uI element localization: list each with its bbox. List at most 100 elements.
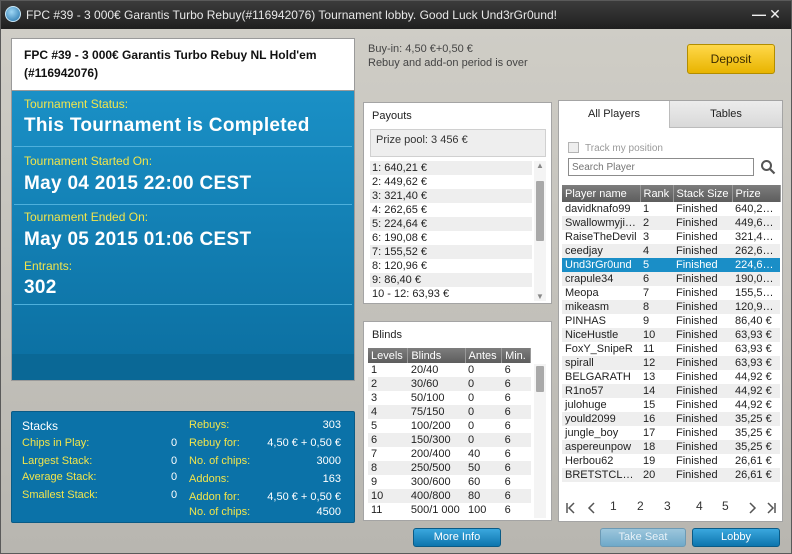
first-page-icon[interactable] [565,501,579,515]
player-row[interactable]: aspereunpow 18 Finished 35,25 € [562,440,780,454]
prize-cell: 190,08 € [732,272,780,286]
blinds-row: 9 300/600 60 6 [368,475,531,489]
page-4[interactable]: 4 [696,499,703,513]
close-icon[interactable]: ✕ [767,6,783,22]
tournament-info-panel: Tournament Status: This Tournament is Co… [11,91,355,381]
player-row[interactable]: RaiseTheDevil 3 Finished 321,40 € [562,230,780,244]
player-row[interactable]: Meopa 7 Finished 155,52 € [562,286,780,300]
tab-tables[interactable]: Tables [670,101,782,128]
blinds-panel: Blinds Levels Blinds Antes Min. 1 20/40 0 6… [363,321,552,521]
player-row[interactable]: ceedjay 4 Finished 262,65 € [562,244,780,258]
started-value: May 04 2015 22:00 CEST [24,173,252,194]
player-row[interactable]: yould2099 16 Finished 35,25 € [562,412,780,426]
player-row[interactable]: Und3rGr0und 5 Finished 224,64 € [562,258,780,272]
stack-cell: Finished [676,315,718,327]
prize-cell: 26,61 € [732,468,780,482]
tab-all-players[interactable]: All Players [559,101,670,128]
player-row[interactable]: julohuge 15 Finished 44,92 € [562,398,780,412]
player-row[interactable]: NiceHustle 10 Finished 63,93 € [562,328,780,342]
antes-cell: 40 [468,448,481,460]
average-stack-value: 0 [171,471,178,483]
antes-cell: 0 [465,405,502,419]
title-bar: FPC #39 - 3 000€ Garantis Turbo Rebuy(#1… [1,1,791,29]
level-cell: 6 [368,433,408,447]
payouts-title: Payouts [372,110,412,122]
page-2[interactable]: 2 [637,499,644,513]
payout-row: 9: 86,40 € [370,273,532,287]
rank-cell: 7 [643,287,650,299]
player-row[interactable]: davidknafo99 1 Finished 640,21 € [562,202,780,216]
player-row[interactable]: FoxY_SnipeR 11 Finished 63,93 € [562,342,780,356]
blinds-scrollbar[interactable] [534,364,546,518]
level-cell: 2 [368,377,408,391]
blinds-row: 11 500/1 000 100 6 [368,503,531,517]
player-row[interactable]: Swallowmyjiz... 2 Finished 449,62 € [562,216,780,230]
antes-cell: 80 [465,489,502,503]
deposit-button[interactable]: Deposit [687,44,775,74]
lobby-button[interactable]: Lobby [692,528,780,547]
next-page-icon[interactable] [745,501,759,515]
col-player-name[interactable]: Player name [562,185,641,202]
prize-cell: 63,93 € [732,356,780,370]
page-3[interactable]: 3 [664,499,671,513]
scroll-thumb[interactable] [536,181,544,241]
rank-cell: 20 [640,468,673,482]
blinds-cell: 300/600 [410,476,451,488]
blinds-row: 10 400/800 80 6 [368,489,531,503]
player-row[interactable]: spirall 12 Finished 63,93 € [562,356,780,370]
prize-cell: 224,64 € [732,258,780,272]
player-row[interactable]: crapule34 6 Finished 190,08 € [562,272,780,286]
checkbox-icon[interactable] [568,142,579,153]
info-panel-footer [12,354,354,380]
stack-cell: Finished [673,272,732,286]
stack-cell: Finished [676,343,718,355]
player-row[interactable]: BRETSTCLER 20 Finished 26,61 € [562,468,780,482]
player-row[interactable]: PINHAS 9 Finished 86,40 € [562,314,780,328]
rank-cell: 12 [640,356,673,370]
antes-cell: 0 [468,420,475,432]
search-icon[interactable] [760,158,776,176]
col-rank[interactable]: Rank [640,185,674,202]
payout-row: 7: 155,52 € [370,245,532,259]
min-cell: 6 [504,420,511,432]
largest-stack-value: 0 [171,455,178,467]
level-cell: 5 [371,420,378,432]
rank-cell: 15 [643,399,656,411]
payouts-scrollbar[interactable]: ▲ ▼ [534,161,546,301]
prev-page-icon[interactable] [585,501,599,515]
level-cell: 1 [371,364,378,376]
level-cell: 8 [368,461,408,475]
last-page-icon[interactable] [763,501,777,515]
col-prize[interactable]: Prize [732,185,781,202]
take-seat-button[interactable]: Take Seat [600,528,686,547]
col-stack-size[interactable]: Stack Size [673,185,733,202]
player-row[interactable]: jungle_boy 17 Finished 35,25 € [562,426,780,440]
scroll-thumb[interactable] [536,366,544,392]
page-1[interactable]: 1 [610,499,617,513]
prize-cell: 262,65 € [732,244,780,258]
blinds-row: 1 20/40 0 6 [368,363,531,377]
antes-cell: 50 [465,461,502,475]
chips-in-play-value: 0 [171,437,178,449]
scroll-down-icon[interactable]: ▼ [534,292,546,301]
stack-cell: Finished [673,440,732,454]
stack-cell: Finished [676,371,718,383]
blinds-row: 3 50/100 0 6 [368,391,531,405]
player-row[interactable]: R1no57 14 Finished 44,92 € [562,384,780,398]
player-row[interactable]: Herbou62 19 Finished 26,61 € [562,454,780,468]
search-player-input[interactable] [568,158,754,176]
page-5[interactable]: 5 [722,499,729,513]
player-row[interactable]: BELGARATH 13 Finished 44,92 € [562,370,780,384]
track-position-checkbox[interactable]: Track my position [568,142,663,154]
scroll-up-icon[interactable]: ▲ [534,161,546,170]
more-info-button[interactable]: More Info [413,528,501,547]
prize-cell: 26,61 € [735,455,772,467]
addon-for-value: 4,50 € + 0,50 € [267,491,341,503]
stack-cell: Finished [673,300,732,314]
minimize-icon[interactable]: — [751,6,767,22]
player-row[interactable]: mikeasm 8 Finished 120,96 € [562,300,780,314]
entrants-value: 302 [24,277,57,298]
level-cell: 7 [371,448,378,460]
payout-list[interactable]: 1: 640,21 € 2: 449,62 € 3: 321,40 € 4: 2… [370,161,532,301]
rank-cell: 8 [640,300,673,314]
